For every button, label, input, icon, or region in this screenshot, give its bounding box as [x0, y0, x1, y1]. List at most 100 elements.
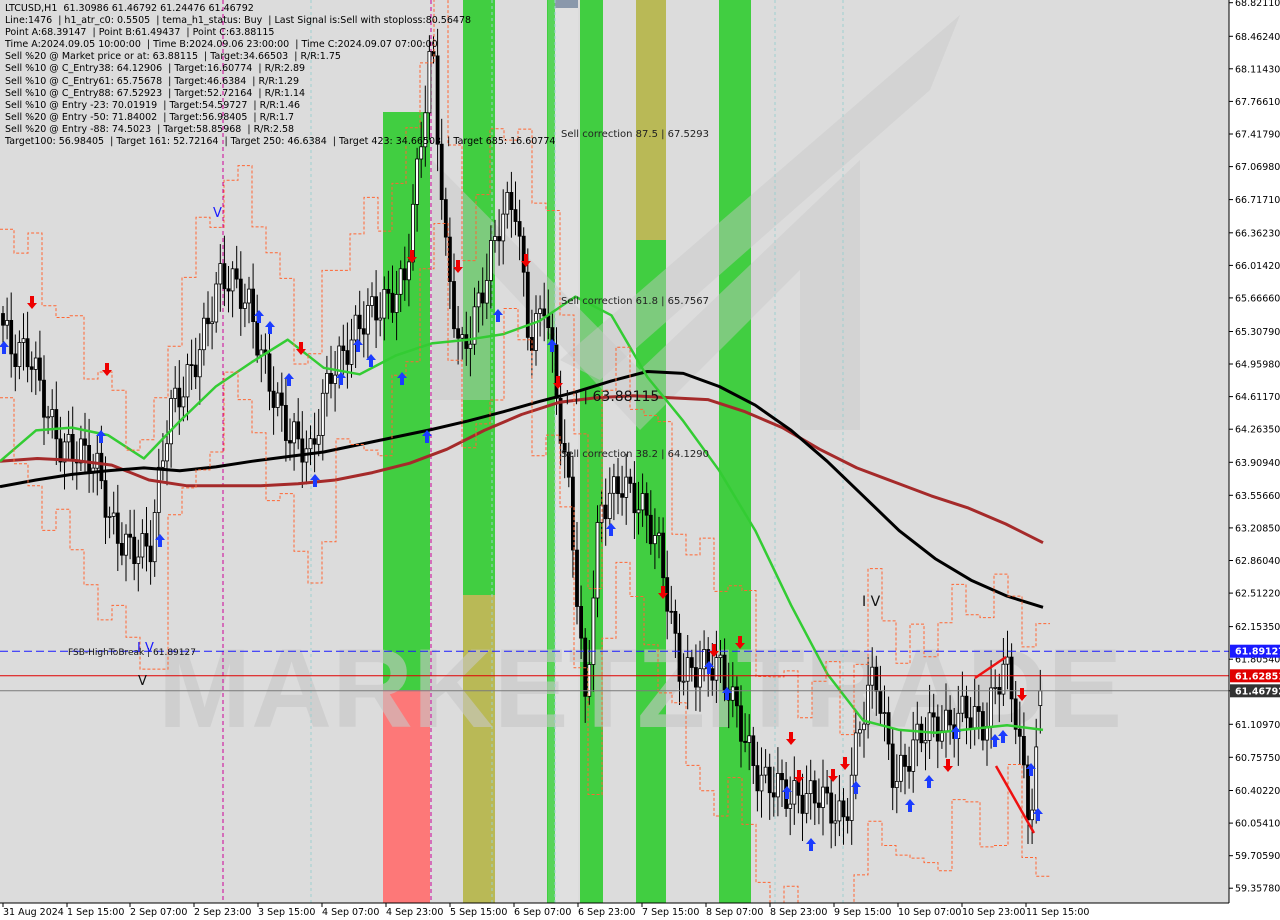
candle	[1030, 809, 1034, 821]
candle	[447, 236, 452, 282]
candle	[739, 705, 743, 742]
candle	[456, 328, 461, 339]
y-tick-label: 60.75750	[1235, 753, 1280, 764]
candle	[661, 532, 665, 579]
candle	[878, 690, 883, 714]
candle	[255, 321, 260, 356]
candle	[136, 556, 141, 564]
wave-v-label-low: V	[138, 674, 147, 689]
candle	[525, 271, 530, 338]
candle	[919, 723, 924, 744]
candle	[821, 786, 825, 808]
x-tick-label: 4 Sep 07:00	[322, 907, 379, 918]
candle	[903, 754, 907, 767]
candle	[464, 334, 469, 349]
candle	[279, 392, 284, 406]
candle	[554, 344, 559, 399]
candle	[341, 345, 346, 351]
y-tick-label: 67.06980	[1235, 162, 1280, 173]
candle	[173, 387, 178, 399]
candle	[29, 366, 34, 370]
sell-correction-618-label: Sell correction 61.8 | 65.7567	[561, 296, 709, 307]
candle	[25, 338, 30, 368]
candle	[644, 493, 649, 516]
y-tick-label: 60.40220	[1235, 786, 1280, 797]
info-line: Point A:68.39147 | Point B:61.49437 | Po…	[5, 27, 275, 39]
candle	[419, 146, 424, 160]
candle	[927, 712, 932, 741]
candle	[468, 343, 473, 349]
candle	[636, 509, 641, 514]
candle	[140, 533, 145, 558]
candle	[673, 611, 678, 634]
x-tick-label: 7 Sep 15:00	[642, 907, 699, 918]
candle	[124, 533, 128, 556]
candle	[710, 668, 715, 681]
candle	[931, 712, 936, 718]
candle	[681, 680, 686, 683]
y-tick-label: 63.90940	[1235, 458, 1280, 469]
candle	[111, 512, 116, 517]
y-tick-label: 59.70590	[1235, 851, 1280, 862]
candle	[648, 514, 653, 545]
candle	[817, 802, 821, 808]
candle	[353, 314, 358, 341]
candle	[370, 296, 374, 306]
candle	[845, 816, 850, 821]
candle	[653, 535, 657, 545]
candle	[17, 342, 22, 368]
candle	[882, 712, 887, 714]
candle	[899, 754, 903, 782]
candle	[476, 292, 481, 308]
sell-correction-382-label: Sell correction 38.2 | 64.1290	[561, 449, 709, 460]
candle	[390, 292, 395, 313]
candle	[402, 268, 407, 281]
candle	[13, 353, 18, 367]
candle	[267, 353, 272, 392]
candle	[201, 317, 206, 351]
info-line: Sell %20 @ Entry -50: 71.84002 | Target:…	[5, 111, 295, 123]
candle	[312, 438, 317, 445]
candle	[79, 438, 83, 464]
x-tick-label: 31 Aug 2024	[3, 907, 64, 918]
candle	[242, 302, 247, 309]
y-tick-label: 66.71710	[1235, 195, 1280, 206]
candle	[271, 390, 276, 408]
candle	[406, 261, 411, 281]
candle	[890, 743, 895, 788]
candle	[935, 716, 940, 742]
candle	[415, 158, 420, 205]
y-tick-label: 64.26350	[1235, 425, 1280, 436]
candle	[398, 268, 403, 295]
y-tick-label: 66.01420	[1235, 261, 1280, 272]
x-tick-label: 2 Sep 23:00	[194, 907, 251, 918]
candle	[42, 379, 46, 418]
candle	[234, 268, 239, 280]
info-line: Sell %10 @ C_Entry38: 64.12906 | Target:…	[5, 63, 306, 75]
candle	[497, 236, 502, 242]
candle	[534, 313, 538, 351]
candle	[993, 687, 998, 689]
candle	[189, 364, 194, 367]
candle	[316, 434, 321, 445]
y-tick-label: 63.55660	[1235, 491, 1280, 502]
candle	[165, 443, 169, 462]
x-tick-label: 3 Sep 15:00	[258, 907, 315, 918]
candle	[169, 398, 174, 445]
candle	[480, 292, 485, 304]
candle	[968, 717, 973, 729]
signal-zone	[636, 0, 666, 240]
wave-iv-label-1: I V	[137, 641, 154, 656]
x-tick-label: 10 Sep 23:00	[962, 907, 1025, 918]
candle	[833, 820, 838, 824]
sell-correction-875-label: Sell correction 87.5 | 67.5293	[561, 129, 709, 140]
y-tick-label: 62.51220	[1235, 589, 1280, 600]
candle	[583, 637, 588, 697]
info-line: Sell %10 @ C_Entry88: 67.52923 | Target:…	[5, 87, 306, 99]
candle	[513, 209, 518, 222]
candle	[374, 296, 379, 321]
candle	[66, 433, 71, 443]
candle	[320, 392, 325, 436]
candle	[730, 686, 735, 701]
candle	[345, 350, 350, 365]
